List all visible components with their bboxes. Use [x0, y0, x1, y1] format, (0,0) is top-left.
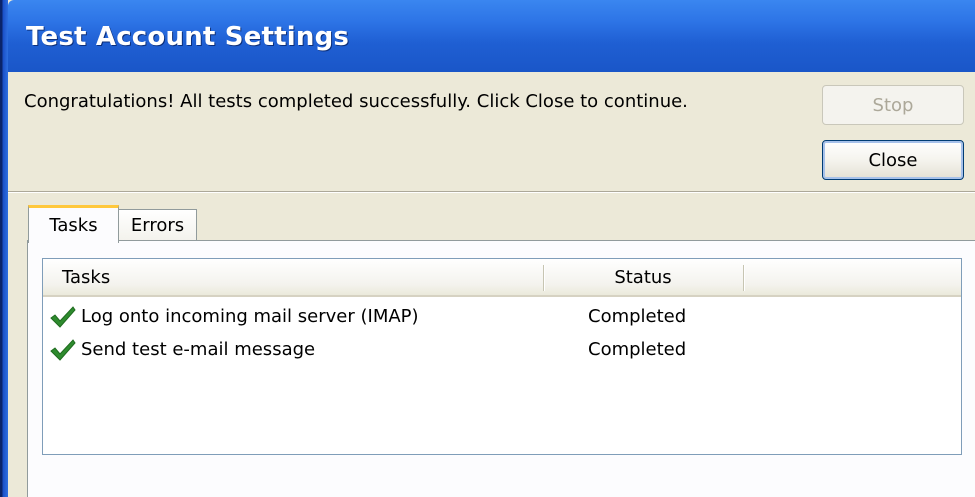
- close-button[interactable]: Close: [822, 140, 964, 180]
- check-icon: [50, 339, 76, 361]
- stop-button[interactable]: Stop: [822, 85, 964, 125]
- task-name: Log onto incoming mail server (IMAP): [81, 306, 419, 327]
- list-header: Tasks Status: [43, 259, 961, 297]
- task-status: Completed: [588, 339, 687, 360]
- test-account-settings-window: Test Account Settings Congratulations! A…: [0, 0, 975, 497]
- tab-errors[interactable]: Errors: [118, 209, 197, 241]
- tasks-tab-panel: Tasks Status Log onto incoming mail serv…: [27, 240, 975, 497]
- column-header-tasks[interactable]: Tasks: [43, 259, 543, 295]
- list-item[interactable]: Log onto incoming mail server (IMAP) Com…: [43, 303, 961, 335]
- list-item[interactable]: Send test e-mail message Completed: [43, 336, 961, 368]
- task-status: Completed: [588, 306, 687, 327]
- tab-tasks[interactable]: Tasks: [28, 205, 119, 243]
- window-title: Test Account Settings: [26, 22, 350, 52]
- task-name: Send test e-mail message: [81, 339, 316, 360]
- status-message: Congratulations! All tests completed suc…: [24, 91, 688, 112]
- column-header-empty[interactable]: [743, 259, 961, 295]
- horizontal-divider: [8, 191, 975, 193]
- window-left-border: [0, 0, 8, 497]
- dialog-body: Congratulations! All tests completed suc…: [8, 72, 975, 497]
- check-icon: [50, 306, 76, 328]
- title-bar[interactable]: Test Account Settings: [8, 0, 975, 72]
- column-header-status[interactable]: Status: [543, 259, 743, 295]
- tasks-list[interactable]: Tasks Status Log onto incoming mail serv…: [42, 258, 962, 455]
